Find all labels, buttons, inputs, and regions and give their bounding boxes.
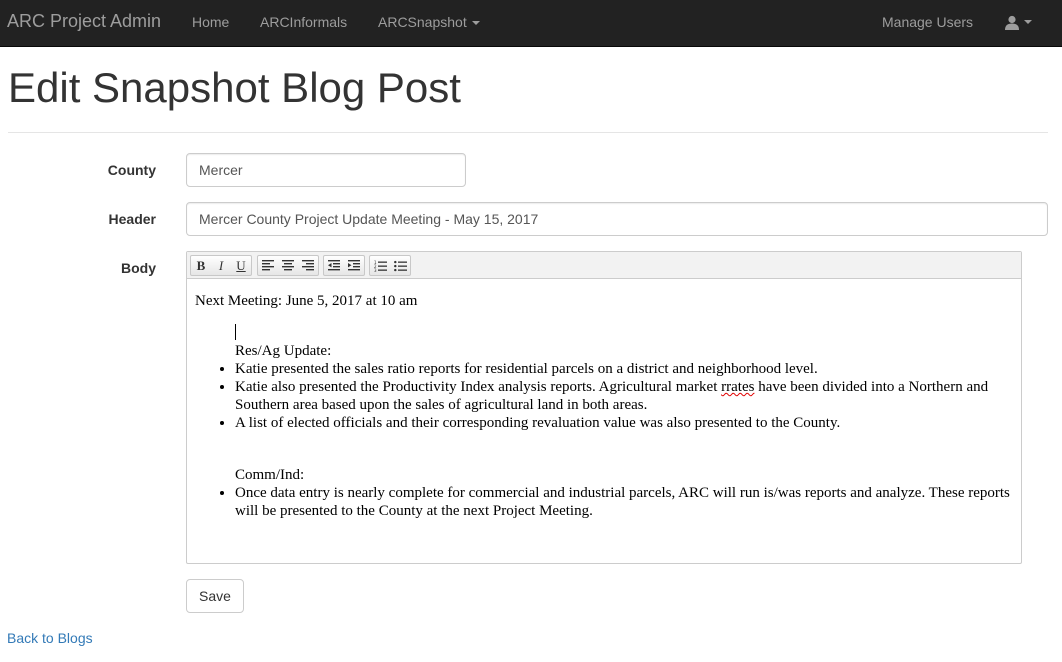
svg-text:3: 3 [374, 268, 377, 272]
header-label: Header [108, 211, 156, 227]
outdent-icon[interactable] [324, 256, 344, 275]
list-button-group: 123 [369, 255, 411, 276]
save-button[interactable]: Save [186, 579, 244, 613]
comm-ind-list: Once data entry is nearly complete for c… [195, 484, 1019, 520]
misspelled-word: rrates [721, 379, 755, 395]
underline-icon[interactable]: U [231, 256, 251, 275]
brand-link[interactable]: ARC Project Admin [7, 11, 161, 31]
nav-home[interactable]: Home [192, 13, 229, 31]
nav-arcsnapshot-dropdown[interactable]: ARCSnapshot [378, 13, 480, 31]
align-right-icon[interactable] [298, 256, 318, 275]
body-label: Body [121, 260, 156, 276]
list-item: Katie presented the sales ratio reports … [235, 360, 1019, 378]
res-ag-heading: Res/Ag Update: [235, 343, 332, 359]
top-navbar: ARC Project Admin Home ARCInformals ARCS… [0, 0, 1062, 47]
align-center-icon[interactable] [278, 256, 298, 275]
text-cursor [195, 324, 1019, 342]
nav-arcinformals[interactable]: ARCInformals [260, 13, 347, 31]
user-menu-dropdown[interactable] [1005, 12, 1032, 30]
caret-down-icon [471, 21, 480, 26]
county-label: County [107, 162, 156, 178]
list-item: Once data entry is nearly complete for c… [235, 484, 1019, 520]
caret-down-icon [1024, 20, 1032, 25]
header-input[interactable]: Mercer County Project Update Meeting - M… [186, 202, 1048, 236]
page-title: Edit Snapshot Blog Post [8, 64, 461, 111]
align-left-icon[interactable] [258, 256, 278, 275]
res-ag-list: Katie presented the sales ratio reports … [195, 360, 1019, 432]
next-meeting-line: Next Meeting: June 5, 2017 at 10 am [195, 293, 418, 309]
county-input[interactable]: Mercer [186, 153, 466, 187]
align-button-group [257, 255, 319, 276]
ordered-list-icon[interactable]: 123 [370, 256, 390, 275]
indent-button-group [323, 255, 365, 276]
user-icon [1005, 15, 1019, 30]
editor-content[interactable]: Next Meeting: June 5, 2017 at 10 am Res/… [195, 292, 1019, 520]
bold-icon[interactable]: B [191, 256, 211, 275]
italic-icon[interactable]: I [211, 256, 231, 275]
editor-toolbar: B I U 123 [187, 252, 1021, 279]
body-rich-text-editor[interactable]: B I U 123 Next Meeting: June 5, 2017 at … [186, 251, 1022, 564]
unordered-list-icon[interactable] [390, 256, 410, 275]
divider [8, 132, 1048, 133]
back-to-blogs-link[interactable]: Back to Blogs [7, 630, 93, 646]
comm-ind-heading: Comm/Ind: [235, 467, 305, 483]
list-item: A list of elected officials and their co… [235, 414, 1019, 432]
nav-manage-users[interactable]: Manage Users [882, 13, 973, 31]
nav-arcsnapshot-label: ARCSnapshot [378, 14, 467, 30]
indent-icon[interactable] [344, 256, 364, 275]
list-item: Katie also presented the Productivity In… [235, 378, 1019, 414]
format-button-group: B I U [190, 255, 252, 276]
